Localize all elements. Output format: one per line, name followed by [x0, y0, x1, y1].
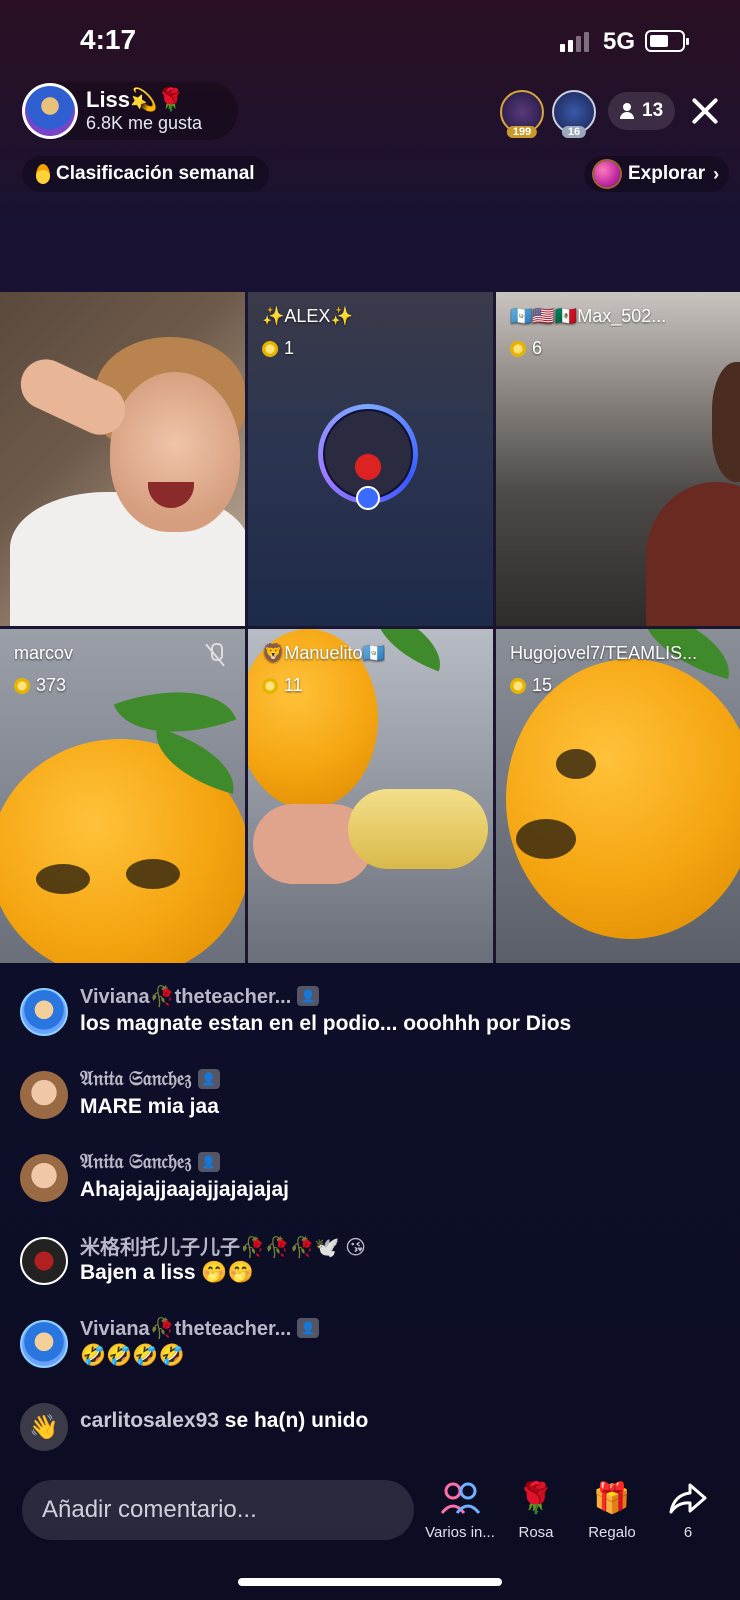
join-username[interactable]: carlitosalex93 [80, 1409, 219, 1432]
top-viewer-avatar[interactable]: 16 [552, 90, 596, 138]
gift-label: Regalo [588, 1524, 636, 1541]
host-avatar[interactable] [22, 83, 78, 139]
chat-username[interactable]: 米格利托儿子儿子🥀🥀🥀🕊️ 😘 [80, 1231, 366, 1260]
coin-icon [14, 677, 30, 694]
guest-coins: 15 [532, 675, 553, 695]
weekly-ranking-button[interactable]: Clasificación semanal [22, 156, 269, 192]
chat-text: los magnate estan en el podio... ooohhh … [80, 1012, 572, 1035]
guest-name: 🦁Manuelito🇬🇹 [262, 643, 385, 663]
chat-avatar[interactable] [20, 1320, 68, 1368]
chat-avatar[interactable] [20, 1071, 68, 1119]
share-count: 6 [683, 1524, 693, 1541]
chat-text: Bajen a liss 🤭🤭 [80, 1261, 254, 1284]
chat-text: MARE mia jaa [80, 1095, 219, 1118]
coin-icon [510, 340, 526, 357]
chat-feed[interactable]: Viviana🥀theteacher... 👤 los magnate estan… [20, 982, 720, 1457]
top-viewer-badge: 199 [506, 126, 538, 138]
join-text: se ha(n) unido [224, 1409, 369, 1432]
status-time: 4:17 [80, 24, 137, 55]
rose-button[interactable]: 🌹 Rosa [496, 1478, 576, 1542]
guest-tile[interactable]: ✨ALEX✨ 1 [248, 292, 493, 626]
moderator-badge-icon: 👤 [297, 1318, 320, 1338]
chat-username[interactable]: Viviana🥀theteacher... [80, 1316, 291, 1341]
host-profile[interactable]: Liss💫🌹 6.8K me gusta [22, 82, 238, 140]
mic-muted-icon [205, 643, 225, 667]
moderator-badge-icon: 👤 [297, 986, 320, 1006]
guest-tile[interactable]: marcov 373 [0, 629, 245, 963]
chat-message[interactable]: 米格利托儿子儿子🥀🥀🥀🕊️ 😘 Bajen a liss 🤭🤭 [20, 1231, 720, 1314]
coin-icon [262, 677, 278, 694]
home-indicator[interactable] [238, 1578, 502, 1586]
chat-avatar[interactable] [20, 988, 68, 1036]
signal-icon [560, 30, 589, 52]
chat-username[interactable]: Viviana🥀theteacher... [80, 984, 291, 1009]
top-viewer-avatar[interactable]: 199 [500, 90, 544, 138]
explore-label: Explorar [628, 163, 706, 184]
status-bar: 4:17 5G [0, 0, 740, 80]
chat-message[interactable]: Viviana🥀theteacher... 👤 los magnate estan… [20, 982, 720, 1065]
person-icon [620, 103, 634, 119]
viewer-count: 13 [642, 100, 664, 121]
multi-guest-icon [440, 1478, 480, 1518]
wave-hand-icon: 👋 [20, 1403, 68, 1451]
coin-icon [262, 340, 278, 357]
rose-icon: 🌹 [517, 1481, 555, 1515]
network-type: 5G [603, 28, 636, 55]
chat-username[interactable]: 𝔄𝔫𝔦𝔱𝔞 𝔖𝔞𝔫𝔠𝔥𝔢𝔷 [80, 1068, 192, 1091]
host-likes: 6.8K me gusta [86, 113, 203, 134]
multi-guest-grid: ✨ALEX✨ 1 🇬🇹🇺🇸🇲🇽Max_502... 6 marcov 373 🦁… [0, 292, 740, 963]
chat-username[interactable]: 𝔄𝔫𝔦𝔱𝔞 𝔖𝔞𝔫𝔠𝔥𝔢𝔷 [80, 1151, 192, 1174]
close-icon[interactable] [690, 96, 720, 126]
battery-icon [645, 30, 689, 52]
multi-guest-label: Varios in... [425, 1524, 495, 1541]
flame-icon [36, 164, 50, 184]
explore-button[interactable]: Explorar › [584, 156, 730, 192]
flame-badge-icon [356, 486, 380, 510]
moderator-badge-icon: 👤 [197, 1152, 220, 1172]
guest-tile[interactable]: 🦁Manuelito🇬🇹 11 [248, 629, 493, 963]
top-viewers: 199 16 [500, 90, 596, 138]
chat-avatar[interactable] [20, 1154, 68, 1202]
comment-input[interactable]: Añadir comentario... [22, 1480, 414, 1540]
guest-coins: 11 [284, 675, 303, 695]
chat-text: Ahajajajjaajajjajajajaj [80, 1178, 289, 1201]
chat-text: 🤣🤣🤣🤣 [80, 1344, 185, 1367]
gift-button[interactable]: 🎁 Regalo [572, 1478, 652, 1542]
share-icon [668, 1478, 708, 1518]
top-viewer-badge: 16 [561, 126, 587, 138]
rose-label: Rosa [518, 1524, 554, 1541]
multi-guest-button[interactable]: Varios in... [420, 1478, 500, 1541]
guest-name: Hugojovel7/TEAMLIS... [510, 643, 698, 663]
chevron-right-icon: › [713, 163, 720, 184]
chat-avatar[interactable] [20, 1237, 68, 1285]
guest-tile[interactable]: 🇬🇹🇺🇸🇲🇽Max_502... 6 [496, 292, 740, 626]
planet-icon [594, 161, 620, 187]
weekly-ranking-label: Clasificación semanal [56, 163, 255, 184]
guest-tile-host[interactable] [0, 292, 245, 626]
guest-coins: 6 [532, 338, 543, 358]
guest-name: ✨ALEX✨ [262, 306, 353, 326]
join-notice: 👋 carlitosalex93 se ha(n) unido [20, 1397, 720, 1457]
viewer-count-button[interactable]: 13 [608, 92, 676, 130]
guest-tile[interactable]: Hugojovel7/TEAMLIS... 15 [496, 629, 740, 963]
guest-name: marcov [14, 643, 74, 663]
moderator-badge-icon: 👤 [197, 1069, 220, 1089]
share-button[interactable]: 6 [648, 1478, 728, 1541]
chat-message[interactable]: 𝔄𝔫𝔦𝔱𝔞 𝔖𝔞𝔫𝔠𝔥𝔢𝔷 👤 Ahajajajjaajajjajajajaj [20, 1148, 720, 1231]
coin-icon [510, 677, 526, 694]
guest-coins: 1 [284, 338, 295, 358]
guest-coins: 373 [36, 675, 67, 695]
host-name: Liss💫🌹 [86, 87, 185, 112]
chat-message[interactable]: Viviana🥀theteacher... 👤 🤣🤣🤣🤣 [20, 1314, 720, 1397]
chat-message[interactable]: 𝔄𝔫𝔦𝔱𝔞 𝔖𝔞𝔫𝔠𝔥𝔢𝔷 👤 MARE mia jaa [20, 1065, 720, 1148]
gift-icon: 🎁 [593, 1481, 631, 1515]
guest-name: 🇬🇹🇺🇸🇲🇽Max_502... [510, 306, 667, 326]
